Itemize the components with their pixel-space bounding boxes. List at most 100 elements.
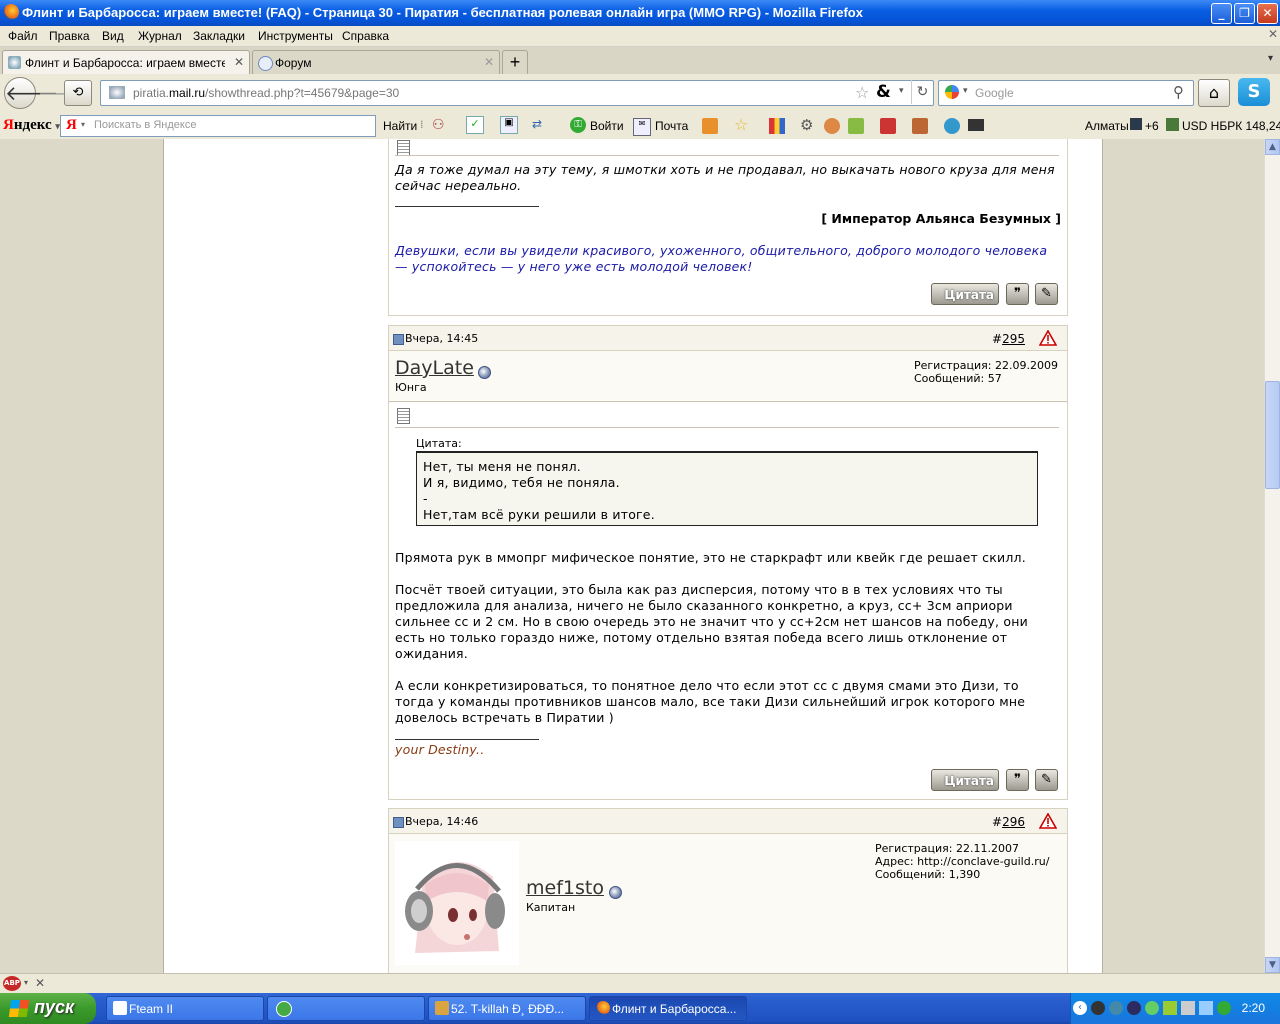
ampersand-addon-icon[interactable]: & xyxy=(876,82,891,102)
post-date: Вчера, 14:45 xyxy=(405,332,479,345)
url-dropdown-icon[interactable]: ▾ xyxy=(899,86,904,96)
system-tray: ‹ 2:20 xyxy=(1070,993,1280,1024)
weather-city[interactable]: Алматы xyxy=(1085,119,1129,133)
multiquote-button[interactable]: ❞ xyxy=(1006,769,1029,791)
screenshot-icon[interactable]: ▣ xyxy=(500,116,518,134)
post-header: Вчера, 14:45 #295 xyxy=(389,326,1067,351)
yandex-dropdown-icon[interactable]: ▾ xyxy=(81,120,85,129)
taskbar-item-active[interactable]: Флинт и Барбаросса... xyxy=(589,996,747,1021)
books-icon[interactable] xyxy=(769,118,785,134)
status-bar: ABP ▾ ✕ xyxy=(0,973,1280,994)
tray-icon[interactable] xyxy=(1145,1001,1159,1015)
tray-icon[interactable] xyxy=(1181,1001,1195,1015)
reply-button[interactable]: ✎ xyxy=(1035,283,1058,305)
yandex-mail-button[interactable]: Почта xyxy=(655,119,688,133)
new-tab-button[interactable]: + xyxy=(502,50,528,75)
yandex-search-placeholder: Поискать в Яндексе xyxy=(94,119,197,131)
search-magnifier-icon[interactable]: ⚲ xyxy=(1173,83,1184,101)
tray-icon[interactable] xyxy=(1127,1001,1141,1015)
tab-active[interactable]: Флинт и Барбаросса: играем вместе! (... … xyxy=(2,50,250,75)
menubar-close-icon[interactable]: ✕ xyxy=(1268,27,1278,41)
addon-icon-4[interactable] xyxy=(944,118,960,134)
tray-icon[interactable] xyxy=(1199,1001,1213,1015)
currency-rate[interactable]: USD НБРК 148,24 xyxy=(1182,119,1280,133)
menu-file[interactable]: Файл xyxy=(8,29,38,43)
yandex-login-button[interactable]: Войти xyxy=(590,119,624,133)
adblock-dropdown-icon[interactable]: ▾ xyxy=(24,978,28,987)
engine-dropdown-icon[interactable]: ▾ xyxy=(963,86,968,96)
menu-view[interactable]: Вид xyxy=(102,29,124,43)
video-icon[interactable] xyxy=(968,119,984,131)
post-number[interactable]: #295 xyxy=(992,332,1025,346)
window-titlebar[interactable]: Флинт и Барбаросса: играем вместе! (FAQ)… xyxy=(0,0,1280,26)
scroll-up-button[interactable]: ▲ xyxy=(1265,139,1280,155)
translate-icon[interactable]: ⚇ xyxy=(432,117,448,133)
minimize-button[interactable]: _ xyxy=(1211,3,1232,24)
tab-forum[interactable]: Форум ✕ xyxy=(252,50,500,75)
spellcheck-icon[interactable]: ✓ xyxy=(466,116,484,134)
quote-button[interactable]: Цитата xyxy=(931,769,999,791)
scroll-thumb[interactable] xyxy=(1265,381,1280,489)
back-button[interactable]: 🡐 xyxy=(4,77,59,109)
multiquote-button[interactable]: ❞ xyxy=(1006,283,1029,305)
url-bar[interactable]: piratia.mail.ru/showthread.php?t=45679&p… xyxy=(100,80,934,106)
quote-button[interactable]: Цитата xyxy=(931,283,999,305)
menubar: Файл Правка Вид Журнал Закладки Инструме… xyxy=(0,26,1280,47)
tray-icon[interactable] xyxy=(1163,1001,1177,1015)
site-identity-icon[interactable] xyxy=(109,86,125,99)
menu-edit[interactable]: Правка xyxy=(49,29,90,43)
yandex-find-button[interactable]: Найти xyxy=(383,119,417,133)
addon-icon-3[interactable] xyxy=(880,118,896,134)
user-signature: your Destiny.. xyxy=(395,742,485,757)
google-engine-icon[interactable] xyxy=(945,85,959,99)
translate-page-icon[interactable]: ⇄ xyxy=(532,117,548,133)
menu-tools[interactable]: Инструменты xyxy=(258,29,333,43)
search-bar[interactable]: ▾ Google ⚲ xyxy=(938,80,1194,106)
menu-history[interactable]: Журнал xyxy=(138,29,182,43)
taskbar-item-label: Fteam II xyxy=(129,1002,174,1016)
history-dropdown-button[interactable]: ⟲ xyxy=(64,80,92,106)
weather-temp[interactable]: +6 xyxy=(1145,119,1159,133)
menu-help[interactable]: Справка xyxy=(342,29,389,43)
tab-list-icon[interactable]: ▾ xyxy=(1268,53,1273,64)
username-link[interactable]: DayLate xyxy=(395,357,474,379)
maximize-button[interactable]: ❐ xyxy=(1234,3,1255,24)
tray-expand-icon[interactable]: ‹ xyxy=(1073,1001,1087,1015)
home-button[interactable]: ⌂ xyxy=(1198,79,1230,107)
yandex-search-input[interactable]: Я ▾ Поискать в Яндексе xyxy=(60,115,376,137)
post-number[interactable]: #296 xyxy=(992,815,1025,829)
username-link[interactable]: mef1sto xyxy=(526,877,604,899)
bookmark-star-icon[interactable]: ☆ xyxy=(855,83,869,102)
reload-icon[interactable]: ↻ xyxy=(911,80,933,104)
market-icon[interactable] xyxy=(702,118,718,134)
reply-button[interactable]: ✎ xyxy=(1035,769,1058,791)
statusbar-close-icon[interactable]: ✕ xyxy=(35,976,45,990)
taskbar-item[interactable] xyxy=(267,996,425,1021)
cart-icon[interactable] xyxy=(912,118,928,134)
skype-icon[interactable]: S xyxy=(1238,78,1270,106)
addon-icon-1[interactable] xyxy=(824,118,840,134)
close-button[interactable]: ✕ xyxy=(1257,3,1278,24)
favorites-star-icon[interactable]: ☆ xyxy=(734,115,750,134)
tab-close-icon[interactable]: ✕ xyxy=(234,55,244,69)
tray-icon[interactable] xyxy=(1217,1001,1231,1015)
mail-icon: ✉ xyxy=(633,118,651,136)
settings-gear-icon[interactable]: ⚙ xyxy=(800,116,816,134)
taskbar-item[interactable]: 52. T-killah Ð¸ ÐÐÐ... xyxy=(428,996,586,1021)
tray-icon[interactable] xyxy=(1109,1001,1123,1015)
start-button[interactable]: пуск xyxy=(0,993,96,1024)
scroll-down-button[interactable]: ▼ xyxy=(1265,957,1280,973)
steam-icon[interactable] xyxy=(1091,1001,1105,1015)
addon-icon-2[interactable] xyxy=(848,118,864,134)
yandex-logo[interactable]: Яндекс ▾ xyxy=(3,117,60,134)
taskbar-item[interactable]: Fteam II xyxy=(106,996,264,1021)
menu-bookmarks[interactable]: Закладки xyxy=(193,29,245,43)
tab-close-icon[interactable]: ✕ xyxy=(484,55,494,69)
user-address[interactable]: Адрес: http://conclave-guild.ru/ xyxy=(875,855,1049,868)
report-warning-icon[interactable] xyxy=(1039,813,1057,829)
adblock-icon[interactable]: ABP xyxy=(3,976,21,991)
user-avatar[interactable] xyxy=(395,841,519,965)
report-warning-icon[interactable] xyxy=(1039,330,1057,346)
tray-clock[interactable]: 2:20 xyxy=(1242,1001,1265,1015)
vertical-scrollbar[interactable]: ▲ ▼ xyxy=(1264,139,1280,973)
